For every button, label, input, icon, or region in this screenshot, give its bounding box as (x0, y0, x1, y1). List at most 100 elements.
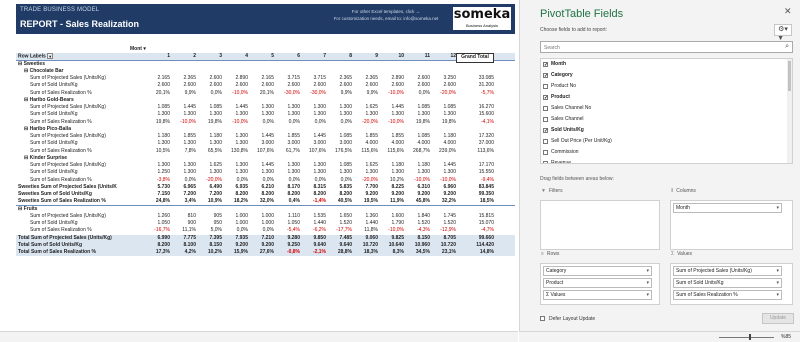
value-cell[interactable]: 9.850 (300, 235, 326, 242)
value-cell[interactable]: 5,0% (196, 227, 222, 234)
value-cell[interactable]: -30,0% (300, 90, 326, 97)
value-cell[interactable]: 8.200 (274, 191, 300, 198)
value-cell[interactable]: -20,0% (352, 177, 378, 184)
update-button[interactable]: Update (762, 313, 794, 324)
value-cell[interactable]: 83.845 (456, 184, 494, 191)
value-cell[interactable]: 1.000 (222, 220, 248, 227)
value-cell[interactable]: -10,0% (378, 90, 404, 97)
value-cell[interactable]: 2.890 (378, 75, 404, 82)
value-cell[interactable]: -4,3% (404, 227, 430, 234)
value-cell[interactable]: 1.300 (430, 169, 456, 176)
value-cell[interactable]: 24,8% (144, 198, 170, 205)
value-cell[interactable]: 16.270 (456, 104, 494, 111)
value-cell[interactable]: 31.200 (456, 82, 494, 89)
someka-logo[interactable]: someka Business Analysis (453, 7, 511, 30)
field-item-product[interactable]: ✓ Product (541, 92, 792, 103)
value-cell[interactable]: -6,2% (300, 227, 326, 234)
value-cell[interactable]: 9.825 (378, 235, 404, 242)
value-cell[interactable]: 34,5% (404, 249, 430, 256)
category-row[interactable]: ⊟ Fruits (16, 206, 515, 213)
table-row[interactable]: Sum of Projected Sales (Units/Kg) 1.085 1.… (16, 104, 515, 111)
value-cell[interactable]: 1.000 (222, 213, 248, 220)
field-item-category[interactable]: ✓ Category (541, 70, 792, 81)
value-cell[interactable]: 8.200 (300, 191, 326, 198)
value-cell[interactable]: 3.715 (274, 75, 300, 82)
table-row[interactable]: Sum of Sold Units/Kg 1.250 1.300 1.300 1.300… (16, 169, 515, 176)
value-cell[interactable]: 2.600 (430, 82, 456, 89)
value-cell[interactable]: 6.310 (404, 184, 430, 191)
value-cell[interactable]: 9.640 (300, 242, 326, 249)
value-cell[interactable]: 3.715 (300, 75, 326, 82)
value-cell[interactable]: 0,0% (274, 119, 300, 126)
value-cell[interactable]: 15.600 (456, 111, 494, 118)
value-cell[interactable]: 1.650 (326, 213, 352, 220)
value-cell[interactable]: 0,0% (300, 119, 326, 126)
value-cell[interactable]: 1.300 (326, 169, 352, 176)
value-cell[interactable]: 20,1% (248, 90, 274, 97)
column-field-button[interactable]: Mont ▾ (130, 46, 154, 53)
promo-text[interactable]: For other Excel templates, click → For cu… (326, 8, 446, 22)
value-cell[interactable]: 27,6% (248, 249, 274, 256)
value-cell[interactable]: 7.775 (170, 235, 196, 242)
field-checkbox[interactable]: ✓ (543, 73, 548, 79)
row-filter-icon[interactable]: ▼ (47, 53, 54, 60)
value-cell[interactable]: 2.600 (274, 82, 300, 89)
close-icon[interactable]: ✕ (784, 6, 792, 17)
value-cell[interactable]: 10,5% (144, 148, 170, 155)
value-cell[interactable]: 1.300 (326, 111, 352, 118)
field-checkbox[interactable] (543, 161, 548, 163)
value-cell[interactable]: 0,0% (326, 177, 352, 184)
value-cell[interactable]: -10,0% (222, 90, 248, 97)
value-cell[interactable]: 0,4% (274, 198, 300, 205)
value-cell[interactable]: 1.300 (222, 162, 248, 169)
defer-layout-checkbox[interactable]: Defer Layout Update (540, 316, 595, 322)
value-cell[interactable]: 2.600 (300, 82, 326, 89)
value-cell[interactable]: 1.300 (196, 140, 222, 147)
value-cell[interactable]: 19,8% (196, 119, 222, 126)
value-cell[interactable]: -5,4% (274, 227, 300, 234)
pivot-table[interactable]: Mont ▾ Row Labels ▼ 1 2 3 4 5 6 7 8 9 10 11 12 Grand T… (16, 46, 515, 257)
value-cell[interactable]: 8.150 (196, 242, 222, 249)
value-cell[interactable]: 1.520 (430, 220, 456, 227)
value-cell[interactable]: 0,0% (326, 119, 352, 126)
search-input[interactable]: Search ⌕ (540, 41, 793, 53)
value-cell[interactable]: 99.350 (456, 191, 494, 198)
value-cell[interactable]: 2.600 (378, 82, 404, 89)
value-cell[interactable]: 1.445 (378, 104, 404, 111)
field-item-sales-channel[interactable]: Sales Channel (541, 114, 792, 125)
value-cell[interactable]: 1.300 (352, 169, 378, 176)
value-cell[interactable]: 7.200 (170, 191, 196, 198)
value-cell[interactable]: 1.855 (352, 133, 378, 140)
table-row[interactable]: Sum of Sales Realization % 10,5% 7,8% 65,5%… (16, 148, 515, 155)
category-row[interactable]: ⊟ Kinder Surprise (16, 155, 515, 162)
value-cell[interactable]: 23,1% (430, 249, 456, 256)
worksheet[interactable]: TRADE BUSINESS MODEL REPORT - Sales Real… (0, 0, 518, 331)
rows-chip[interactable]: Σ Values ▾ (543, 290, 652, 300)
value-cell[interactable]: -0,8% (274, 249, 300, 256)
value-cell[interactable]: 1.360 (352, 213, 378, 220)
value-cell[interactable]: 115,6% (378, 148, 404, 155)
value-cell[interactable]: 9.640 (326, 242, 352, 249)
value-cell[interactable]: 2.890 (222, 75, 248, 82)
value-cell[interactable]: 19,5% (352, 198, 378, 205)
value-cell[interactable]: 1.110 (274, 213, 300, 220)
value-cell[interactable]: 1.300 (222, 140, 248, 147)
chevron-down-icon[interactable]: ▾ (646, 279, 649, 287)
value-cell[interactable]: 1.445 (300, 133, 326, 140)
value-cell[interactable]: 3.000 (274, 140, 300, 147)
value-cell[interactable]: 65,5% (196, 148, 222, 155)
value-cell[interactable]: 2.165 (248, 75, 274, 82)
value-cell[interactable]: 1.085 (404, 133, 430, 140)
field-item-revenue[interactable]: Revenue (541, 158, 792, 163)
value-cell[interactable]: 1.535 (300, 213, 326, 220)
value-cell[interactable]: 4.000 (352, 140, 378, 147)
value-cell[interactable]: 0,0% (222, 177, 248, 184)
value-cell[interactable]: 905 (196, 213, 222, 220)
value-cell[interactable]: 0,0% (222, 227, 248, 234)
value-cell[interactable]: 1.745 (430, 213, 456, 220)
value-cell[interactable]: 3.000 (248, 140, 274, 147)
field-item-month[interactable]: ✓ Month (541, 59, 792, 70)
value-cell[interactable]: 2.365 (170, 75, 196, 82)
value-cell[interactable]: -20,0% (430, 90, 456, 97)
value-cell[interactable]: 1.300 (378, 111, 404, 118)
